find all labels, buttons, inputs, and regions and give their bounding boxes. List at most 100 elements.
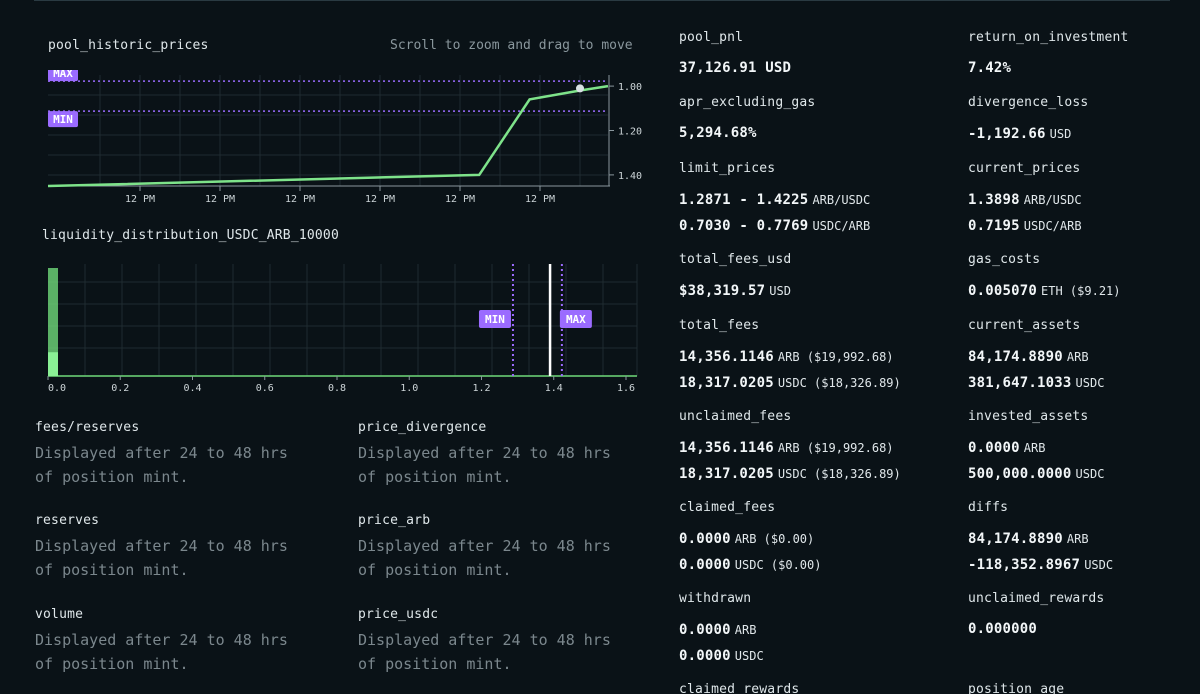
metric-diffs: diffs 84,174.8890 ARB -118,352.8967 USDC	[968, 500, 1113, 577]
metric-unit: USDC/ARB	[1023, 219, 1082, 233]
liquidity-chart-title: liquidity_distribution_USDC_ARB_10000	[42, 228, 339, 243]
metric-label: return_on_investment	[968, 30, 1129, 45]
metric-value: 1.2871 - 1.4225	[679, 192, 809, 208]
metric-label: total_fees_usd	[679, 252, 792, 267]
metric-value: 0.0000	[679, 557, 731, 573]
metric-unit: ARB ($19,992.68)	[777, 441, 894, 455]
liquidity-x-tick-label: 0.6	[256, 383, 274, 394]
price-y-tick-label: 1.20	[618, 127, 642, 138]
metric-withdrawn: withdrawn 0.0000 ARB 0.0000 USDC	[679, 591, 764, 668]
metric-unit: ARB/USDC	[812, 193, 871, 207]
min-tag: MIN	[48, 111, 78, 128]
panel-placeholder-line2: of position mint.	[35, 561, 189, 579]
price-x-tick-label: 12 PM	[205, 194, 235, 205]
metric-unit: ETH ($9.21)	[1041, 284, 1121, 298]
metric-unit: ARB	[1066, 532, 1089, 546]
current-price-dot	[576, 84, 584, 93]
svg-text:MAX: MAX	[53, 70, 73, 80]
liquidity-x-tick-label: 0.4	[183, 383, 201, 394]
metric-label: current_assets	[968, 318, 1081, 333]
metric-return-on-investment: return_on_investment 7.42%	[968, 30, 1129, 81]
metric-unit: ARB/USDC	[1023, 193, 1082, 207]
metric-label: position_age	[968, 682, 1065, 694]
metric-value: 0.0000	[968, 440, 1020, 456]
liquidity-x-tick-label: 0.0	[48, 383, 66, 394]
top-divider	[34, 0, 1170, 1]
metric-value: 37,126.91 USD	[679, 60, 792, 76]
metric-value: 500,000.0000	[968, 466, 1072, 482]
liquidity-max-tag: MAX	[559, 310, 592, 328]
price-chart-grid	[48, 75, 608, 186]
metric-value: -118,352.8967	[968, 557, 1081, 573]
price-line	[47, 84, 609, 188]
metric-label: diffs	[968, 500, 1009, 515]
metric-label: claimed_rewards	[679, 682, 800, 694]
metric-value: 381,647.1033	[968, 375, 1072, 391]
panel-placeholder-line2: of position mint.	[35, 468, 189, 486]
metric-value: 7.42%	[968, 60, 1012, 76]
metric-label: gas_costs	[968, 252, 1041, 267]
panel-label: fees/reserves	[35, 420, 140, 435]
metric-value: 14,356.1146	[679, 440, 774, 456]
panel-placeholder-line2: of position mint.	[35, 655, 189, 673]
svg-text:MAX: MAX	[566, 313, 586, 326]
metric-unit: ARB	[1066, 350, 1089, 364]
panel-placeholder-line1: Displayed after 24 to 48 hrs	[358, 537, 611, 555]
metric-label: withdrawn	[679, 591, 752, 606]
liquidity-x-tick-label: 1.6	[617, 383, 635, 394]
liquidity-chart[interactable]: MIN MAX 0.0 0.2 0.4 0.6 0.8 1.0 1.2 1.4 1.6	[40, 260, 650, 400]
price-chart-hint: Scroll to zoom and drag to move	[390, 38, 633, 53]
price-x-tick-label: 12 PM	[365, 194, 395, 205]
svg-text:MIN: MIN	[53, 113, 73, 126]
metric-value: 0.000000	[968, 621, 1038, 637]
price-y-tick-marks	[609, 85, 614, 176]
metric-unit: USDC	[1075, 467, 1105, 481]
price-x-tick-label: 12 PM	[125, 194, 155, 205]
panel-placeholder-line1: Displayed after 24 to 48 hrs	[35, 537, 288, 555]
panel-placeholder-line2: of position mint.	[358, 561, 512, 579]
metric-unclaimed-rewards: unclaimed_rewards 0.000000	[968, 591, 1104, 642]
metric-value: 84,174.8890	[968, 349, 1063, 365]
metric-value: 0.0000	[679, 648, 731, 664]
metric-total-fees: total_fees 14,356.1146 ARB ($19,992.68) 1…	[679, 318, 901, 395]
panel-placeholder-line2: of position mint.	[358, 655, 512, 673]
price-chart[interactable]: MAX MIN 1.40 1.20 1.00 12 PM 12 PM 12 PM 12 P…	[40, 70, 650, 210]
liquidity-min-tag: MIN	[478, 310, 511, 328]
metric-value: -1,192.66	[968, 126, 1046, 142]
metric-unit: ARB ($19,992.68)	[777, 350, 894, 364]
metric-total-fees-usd: total_fees_usd $38,319.57 USD	[679, 252, 791, 303]
metric-unit: ARB	[1023, 441, 1046, 455]
metric-value: 14,356.1146	[679, 349, 774, 365]
metric-current-prices: current_prices 1.3898 ARB/USDC 0.7195 USDC…	[968, 161, 1082, 238]
liquidity-x-tick-label: 1.4	[545, 383, 563, 394]
liquidity-bar-highlight	[48, 352, 58, 376]
metric-current-assets: current_assets 84,174.8890 ARB 381,647.10…	[968, 318, 1104, 395]
metric-unit: ARB	[734, 623, 757, 637]
metric-unit: USD	[769, 284, 791, 298]
svg-text:MIN: MIN	[485, 313, 505, 326]
metric-value: 0.0000	[679, 622, 731, 638]
price-x-tick-label: 12 PM	[445, 194, 475, 205]
price-y-tick-label: 1.00	[618, 82, 642, 93]
metric-value: 1.3898	[968, 192, 1020, 208]
panel-placeholder-line1: Displayed after 24 to 48 hrs	[358, 631, 611, 649]
price-chart-title: pool_historic_prices	[48, 38, 209, 53]
metric-invested-assets: invested_assets 0.0000 ARB 500,000.0000 US…	[968, 409, 1104, 486]
metric-value: 0.0000	[679, 531, 731, 547]
metric-unit: USD	[1049, 127, 1072, 141]
metric-unit: USDC/ARB	[812, 219, 871, 233]
metric-position-age: position_age	[968, 682, 1064, 694]
metric-label: unclaimed_fees	[679, 409, 792, 424]
metric-gas-costs: gas_costs 0.005070 ETH ($9.21)	[968, 252, 1121, 303]
panel-volume: volume Displayed after 24 to 48 hrs of p…	[35, 607, 288, 676]
metric-label: limit_prices	[679, 161, 776, 176]
metric-value: 18,317.0205	[679, 375, 774, 391]
max-tag: MAX	[48, 70, 78, 82]
panel-label: volume	[35, 607, 84, 622]
panel-price-usdc: price_usdc Displayed after 24 to 48 hrs …	[358, 607, 611, 676]
liquidity-chart-grid	[48, 264, 638, 376]
metric-label: total_fees	[679, 318, 760, 333]
metric-label: unclaimed_rewards	[968, 591, 1105, 606]
metric-unit: USDC ($18,326.89)	[777, 467, 901, 481]
liquidity-x-tick-label: 1.2	[472, 383, 490, 394]
